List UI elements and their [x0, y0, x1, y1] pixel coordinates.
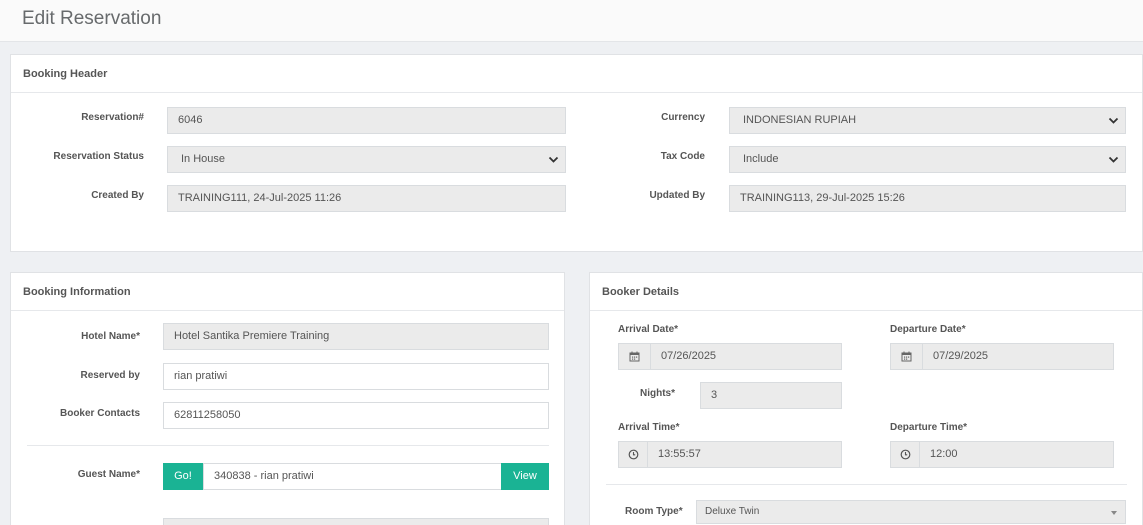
currency-value: INDONESIAN RUPIAH: [743, 114, 857, 126]
section-divider: [606, 484, 1127, 485]
arrival-date-input[interactable]: 07/26/2025: [650, 343, 842, 370]
reservation-status-label: Reservation Status: [53, 151, 144, 162]
reservation-number-field: 6046: [167, 107, 566, 134]
departure-time-label: Departure Time*: [890, 422, 968, 433]
updated-by-label: Updated By: [649, 190, 705, 201]
room-type-label: Room Type*: [625, 506, 683, 517]
booking-header-heading: Booking Header: [11, 55, 1142, 93]
departure-time-addon: [890, 441, 920, 468]
reservation-number-label: Reservation#: [81, 112, 144, 123]
hotel-name-field: Hotel Santika Premiere Training: [163, 323, 549, 350]
guest-name-label: Guest Name*: [77, 469, 140, 480]
clock-icon: [628, 449, 638, 460]
reserved-by-input[interactable]: rian pratiwi: [163, 363, 549, 390]
clock-icon: [900, 449, 910, 460]
calendar-icon: [629, 351, 640, 362]
arrival-time-label: Arrival Time*: [618, 422, 680, 433]
partial-field: [163, 518, 549, 525]
arrival-date-addon: [618, 343, 651, 370]
page-title: Edit Reservation: [22, 8, 162, 29]
booker-contacts-input[interactable]: 62811258050: [163, 402, 549, 429]
booking-information-panel: Booking Information Hotel Name* Hotel Sa…: [10, 272, 565, 525]
departure-time-input[interactable]: 12:00: [919, 441, 1114, 468]
arrival-time-addon: [618, 441, 648, 468]
arrival-date-label: Arrival Date*: [618, 324, 679, 335]
tax-code-label: Tax Code: [660, 151, 705, 162]
view-guest-button[interactable]: View: [501, 463, 549, 490]
chevron-down-icon: [548, 156, 559, 163]
nights-label: Nights*: [640, 388, 675, 399]
guest-name-input[interactable]: 340838 - rian pratiwi: [203, 463, 503, 490]
nights-field: 3: [700, 382, 842, 409]
booker-contacts-label: Booker Contacts: [59, 408, 140, 419]
reserved-by-label: Reserved by: [80, 370, 140, 381]
chevron-down-icon: [1108, 117, 1119, 124]
calendar-icon: [901, 351, 912, 362]
created-by-field: TRAINING111, 24-Jul-2025 11:26: [167, 185, 566, 212]
tax-code-select[interactable]: Include: [729, 146, 1126, 173]
currency-label: Currency: [661, 112, 705, 123]
chevron-down-icon: [1111, 511, 1117, 515]
departure-date-addon: [890, 343, 923, 370]
chevron-down-icon: [1108, 156, 1119, 163]
currency-select[interactable]: INDONESIAN RUPIAH: [729, 107, 1126, 134]
reservation-status-value: In House: [181, 153, 226, 165]
departure-date-input[interactable]: 07/29/2025: [922, 343, 1114, 370]
room-type-value: Deluxe Twin: [705, 506, 760, 517]
go-button[interactable]: Go!: [163, 463, 203, 490]
room-type-select[interactable]: Deluxe Twin: [696, 500, 1126, 524]
page-header: Edit Reservation: [0, 0, 1143, 42]
booking-header-panel: Booking Header Reservation# 6046 Reserva…: [10, 54, 1143, 252]
booker-details-heading: Booker Details: [590, 273, 1142, 311]
booking-information-heading: Booking Information: [11, 273, 564, 311]
section-divider: [27, 445, 549, 446]
created-by-label: Created By: [91, 190, 144, 201]
booker-details-panel: Booker Details Arrival Date* 07/26/2025 …: [589, 272, 1143, 525]
reservation-status-select[interactable]: In House: [167, 146, 566, 173]
departure-date-label: Departure Date*: [890, 324, 966, 335]
tax-code-value: Include: [743, 153, 779, 165]
updated-by-field: TRAINING113, 29-Jul-2025 15:26: [729, 185, 1126, 212]
arrival-time-input[interactable]: 13:55:57: [647, 441, 842, 468]
hotel-name-label: Hotel Name*: [81, 331, 140, 342]
